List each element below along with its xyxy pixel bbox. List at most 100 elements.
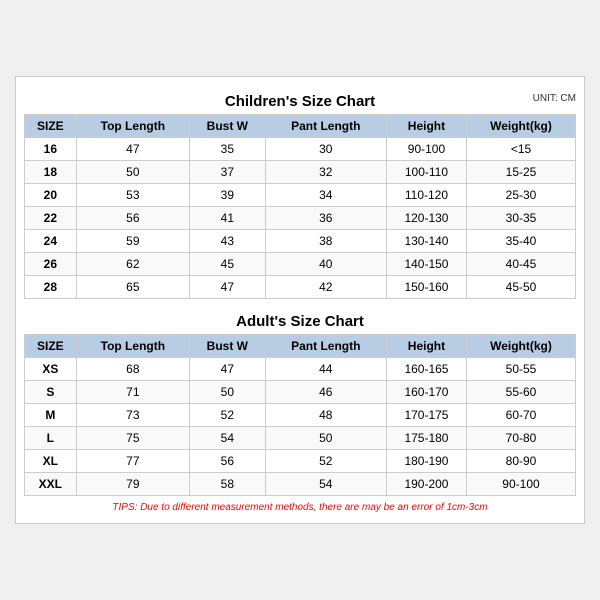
table-cell: 71	[76, 381, 189, 404]
table-cell: XL	[25, 450, 77, 473]
table-cell: 59	[76, 230, 189, 253]
table-cell: L	[25, 427, 77, 450]
adults-table: SIZE Top Length Bust W Pant Length Heigh…	[24, 334, 576, 496]
children-col-pant-length: Pant Length	[265, 115, 386, 138]
table-cell: 16	[25, 138, 77, 161]
table-cell: 36	[265, 207, 386, 230]
children-table: SIZE Top Length Bust W Pant Length Heigh…	[24, 114, 576, 299]
table-cell: 30-35	[466, 207, 575, 230]
table-row: 24594338130-14035-40	[25, 230, 576, 253]
table-row: 18503732100-11015-25	[25, 161, 576, 184]
table-cell: 47	[190, 276, 266, 299]
table-cell: 90-100	[466, 473, 575, 496]
table-cell: 37	[190, 161, 266, 184]
table-cell: 175-180	[386, 427, 466, 450]
table-row: 22564136120-13030-35	[25, 207, 576, 230]
table-cell: 130-140	[386, 230, 466, 253]
table-row: 1647353090-100<15	[25, 138, 576, 161]
table-row: L755450175-18070-80	[25, 427, 576, 450]
children-col-bust: Bust W	[190, 115, 266, 138]
table-cell: 55-60	[466, 381, 575, 404]
table-cell: 43	[190, 230, 266, 253]
table-cell: XXL	[25, 473, 77, 496]
table-cell: 20	[25, 184, 77, 207]
table-row: M735248170-17560-70	[25, 404, 576, 427]
children-title: Children's Size Chart UNIT: CM	[24, 87, 576, 114]
table-cell: 60-70	[466, 404, 575, 427]
table-cell: 35	[190, 138, 266, 161]
children-title-text: Children's Size Chart	[225, 93, 375, 110]
table-row: 26624540140-15040-45	[25, 253, 576, 276]
table-cell: 40-45	[466, 253, 575, 276]
table-cell: 150-160	[386, 276, 466, 299]
table-row: 28654742150-16045-50	[25, 276, 576, 299]
adults-title: Adult's Size Chart	[24, 307, 576, 334]
table-cell: 41	[190, 207, 266, 230]
children-col-size: SIZE	[25, 115, 77, 138]
tips-text: TIPS: Due to different measurement metho…	[24, 502, 576, 513]
table-cell: 50	[190, 381, 266, 404]
table-cell: 50	[76, 161, 189, 184]
table-cell: 110-120	[386, 184, 466, 207]
adults-col-pant-length: Pant Length	[265, 335, 386, 358]
table-cell: 30	[265, 138, 386, 161]
table-cell: 46	[265, 381, 386, 404]
adults-col-height: Height	[386, 335, 466, 358]
table-cell: 38	[265, 230, 386, 253]
table-cell: 54	[265, 473, 386, 496]
table-cell: 44	[265, 358, 386, 381]
table-cell: 68	[76, 358, 189, 381]
table-cell: 79	[76, 473, 189, 496]
adults-col-top-length: Top Length	[76, 335, 189, 358]
table-cell: 18	[25, 161, 77, 184]
table-cell: 35-40	[466, 230, 575, 253]
table-cell: 77	[76, 450, 189, 473]
children-col-top-length: Top Length	[76, 115, 189, 138]
children-col-height: Height	[386, 115, 466, 138]
table-cell: 58	[190, 473, 266, 496]
table-cell: 48	[265, 404, 386, 427]
table-cell: 160-170	[386, 381, 466, 404]
table-cell: <15	[466, 138, 575, 161]
table-cell: 170-175	[386, 404, 466, 427]
table-cell: 190-200	[386, 473, 466, 496]
adults-title-text: Adult's Size Chart	[236, 313, 364, 330]
table-cell: 80-90	[466, 450, 575, 473]
table-cell: 73	[76, 404, 189, 427]
table-cell: 52	[190, 404, 266, 427]
table-cell: 160-165	[386, 358, 466, 381]
table-cell: 62	[76, 253, 189, 276]
table-cell: 50	[265, 427, 386, 450]
chart-container: Children's Size Chart UNIT: CM SIZE Top …	[15, 76, 585, 524]
table-cell: 90-100	[386, 138, 466, 161]
table-row: XL775652180-19080-90	[25, 450, 576, 473]
table-cell: 120-130	[386, 207, 466, 230]
table-row: S715046160-17055-60	[25, 381, 576, 404]
table-cell: 140-150	[386, 253, 466, 276]
table-cell: 39	[190, 184, 266, 207]
table-row: 20533934110-12025-30	[25, 184, 576, 207]
table-cell: 25-30	[466, 184, 575, 207]
table-cell: 47	[190, 358, 266, 381]
children-unit: UNIT: CM	[533, 93, 576, 104]
table-cell: 24	[25, 230, 77, 253]
table-cell: 26	[25, 253, 77, 276]
children-header-row: SIZE Top Length Bust W Pant Length Heigh…	[25, 115, 576, 138]
table-cell: 45	[190, 253, 266, 276]
table-cell: 180-190	[386, 450, 466, 473]
adults-col-weight: Weight(kg)	[466, 335, 575, 358]
table-cell: 42	[265, 276, 386, 299]
table-cell: M	[25, 404, 77, 427]
table-cell: 65	[76, 276, 189, 299]
table-cell: 56	[76, 207, 189, 230]
table-cell: 34	[265, 184, 386, 207]
table-cell: 50-55	[466, 358, 575, 381]
table-cell: 54	[190, 427, 266, 450]
table-row: XS684744160-16550-55	[25, 358, 576, 381]
table-cell: 100-110	[386, 161, 466, 184]
adults-col-bust: Bust W	[190, 335, 266, 358]
table-cell: 52	[265, 450, 386, 473]
table-cell: S	[25, 381, 77, 404]
table-cell: 47	[76, 138, 189, 161]
table-cell: XS	[25, 358, 77, 381]
